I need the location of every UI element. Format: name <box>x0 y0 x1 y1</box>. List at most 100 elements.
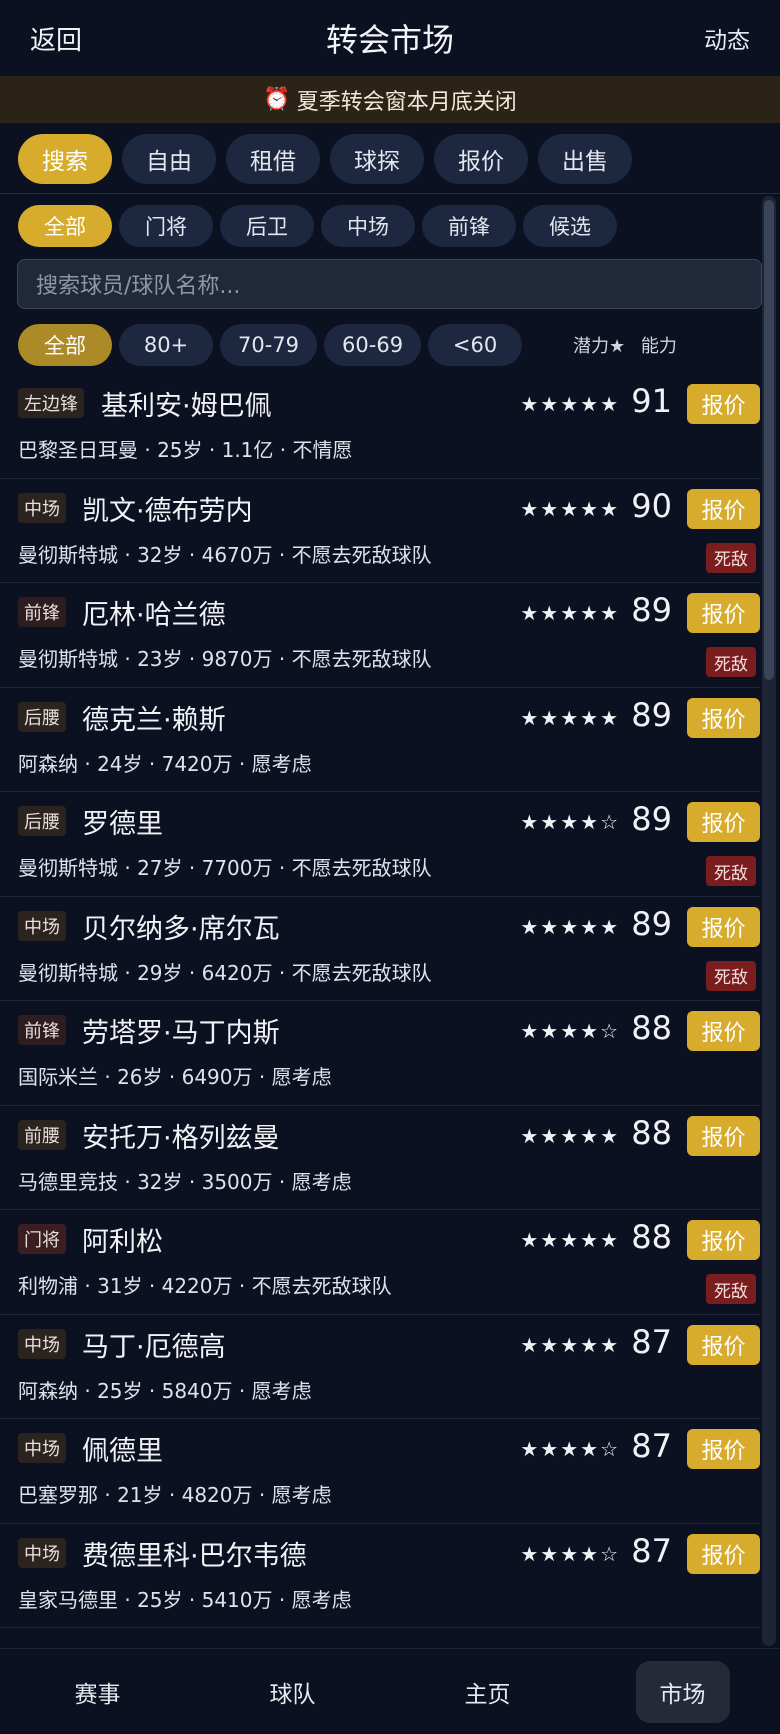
player-row[interactable]: 后腰 罗德里曼彻斯特城 · 27岁 · 7700万 · 不愿去死敌球队 ★★★★☆ 8… <box>0 792 760 897</box>
potential-stars: ★★★★★ <box>520 601 620 625</box>
position-chip-shortlist[interactable]: 候选 <box>523 205 617 247</box>
player-row[interactable]: 左边锋 基利安·姆巴佩 巴黎圣日耳曼 · 25岁 · 1.1亿 · 不情愿 ★★★★★… <box>0 374 760 479</box>
position-chip-def[interactable]: 后卫 <box>220 205 314 247</box>
rating-filter: 全部 80+ 70-79 60-69 <60 <box>18 324 523 366</box>
player-row[interactable]: 前锋 劳塔罗·马丁内斯 国际米兰 · 26岁 · 6490万 · 愿考虑 ★★★★☆ 8… <box>0 1001 760 1106</box>
player-meta: 阿森纳 · 24岁 · 7420万 · 愿考虑 <box>18 751 312 776</box>
sort-potential[interactable]: 潜力★ <box>573 336 625 357</box>
potential-stars: ★★★★★ <box>520 705 620 730</box>
scrollbar-thumb[interactable] <box>764 200 774 680</box>
player-name: 马丁·厄德高 <box>82 1331 226 1363</box>
offer-button[interactable]: 报价 <box>687 593 760 633</box>
player-row[interactable]: 后腰 德克兰·赖斯 阿森纳 · 24岁 · 7420万 · 愿考虑 ★★★★★ 89 报价 <box>0 688 760 792</box>
offer-button[interactable]: 报价 <box>687 1429 760 1469</box>
tab-free[interactable]: 自由 <box>122 134 216 184</box>
player-row[interactable]: 门将 阿利松 利物浦 · 31岁 · 4220万 · 不愿去死敌球队 ★★★★★ 88 报… <box>0 1210 760 1315</box>
position-badge: 后腰 <box>18 806 66 836</box>
offer-button[interactable]: 报价 <box>687 1011 760 1051</box>
search-input[interactable]: 搜索球员/球队名称... <box>17 259 762 309</box>
ability-rating: 90 <box>631 486 672 525</box>
potential-stars: ★★★★☆ <box>520 1541 620 1566</box>
tab-offers[interactable]: 报价 <box>434 134 528 184</box>
player-meta: 曼彻斯特城 · 23岁 · 9870万 · 不愿去死敌球队 <box>18 647 432 671</box>
feed-button[interactable]: 动态 <box>704 21 750 55</box>
nav-market[interactable]: 市场 <box>635 1660 730 1723</box>
offer-button[interactable]: 报价 <box>687 1115 760 1156</box>
player-meta: 曼彻斯特城 · 29岁 · 6420万 · 不愿去死敌球队 <box>18 960 432 985</box>
rating-chip-70-79[interactable]: 70-79 <box>220 324 318 366</box>
nav-team[interactable]: 球队 <box>246 1661 340 1723</box>
rival-badge: 死敌 <box>706 960 756 991</box>
tab-loan[interactable]: 租借 <box>226 134 320 184</box>
tab-scout[interactable]: 球探 <box>330 134 424 184</box>
position-badge: 前锋 <box>18 1015 66 1045</box>
window-notice-banner: ⏰ 夏季转会窗本月底关闭 <box>0 76 780 123</box>
position-badge: 门将 <box>18 1224 66 1254</box>
nav-home[interactable]: 主页 <box>441 1661 535 1723</box>
player-name: 安托万·格列兹曼 <box>82 1122 280 1154</box>
nav-matches[interactable]: 赛事 <box>51 1661 145 1723</box>
player-name: 厄林·哈兰德 <box>82 600 226 631</box>
player-meta: 曼彻斯特城 · 27岁 · 7700万 · 不愿去死敌球队 <box>18 856 432 880</box>
back-button[interactable]: 返回 <box>30 20 82 57</box>
position-chip-all[interactable]: 全部 <box>18 205 112 247</box>
sort-ability[interactable]: 能力 <box>641 336 677 357</box>
ability-rating: 91 <box>631 382 672 420</box>
rival-badge: 死敌 <box>706 856 756 886</box>
offer-button[interactable]: 报价 <box>687 697 760 738</box>
player-meta: 马德里竞技 · 32岁 · 3500万 · 愿考虑 <box>18 1169 352 1194</box>
player-row[interactable]: 中场 凯文·德布劳内 曼彻斯特城 · 32岁 · 4670万 · 不愿去死敌球队 ★★… <box>0 479 760 583</box>
rating-chip-under60[interactable]: <60 <box>428 324 523 366</box>
player-row[interactable]: 前腰 安托万·格列兹曼 马德里竞技 · 32岁 · 3500万 · 愿考虑 ★★★★★… <box>0 1106 760 1210</box>
offer-button[interactable]: 报价 <box>687 1220 760 1260</box>
tab-sell[interactable]: 出售 <box>538 134 632 184</box>
rating-chip-80plus[interactable]: 80+ <box>119 324 213 366</box>
position-badge: 中场 <box>18 1537 66 1568</box>
offer-button[interactable]: 报价 <box>687 384 760 424</box>
offer-button[interactable]: 报价 <box>687 488 760 529</box>
player-name: 罗德里 <box>82 809 163 840</box>
potential-stars: ★★★★☆ <box>520 1437 620 1461</box>
ability-rating: 89 <box>631 800 672 838</box>
position-chip-fwd[interactable]: 前锋 <box>422 205 516 247</box>
rating-chip-60-69[interactable]: 60-69 <box>324 324 422 366</box>
player-row[interactable]: 中场 贝尔纳多·席尔瓦曼彻斯特城 · 29岁 · 6420万 · 不愿去死敌球队 ★… <box>0 897 760 1001</box>
tab-search[interactable]: 搜索 <box>18 134 112 184</box>
ability-rating: 88 <box>631 1009 672 1047</box>
position-chip-gk[interactable]: 门将 <box>119 205 213 247</box>
alarm-clock-icon: ⏰ <box>263 87 291 112</box>
offer-button[interactable]: 报价 <box>687 906 760 947</box>
potential-stars: ★★★★★ <box>520 496 620 521</box>
potential-stars: ★★★★★ <box>520 392 620 416</box>
player-row[interactable]: 中场 费德里科·巴尔韦德 皇家马德里 · 25岁 · 5410万 · 愿考虑 ★★★★… <box>0 1524 760 1628</box>
potential-stars: ★★★★☆ <box>520 810 620 834</box>
ability-rating: 88 <box>631 1113 672 1152</box>
player-row[interactable]: 前锋 厄林·哈兰德 曼彻斯特城 · 23岁 · 9870万 · 不愿去死敌球队 ★★★… <box>0 583 760 688</box>
position-badge: 中场 <box>18 910 66 941</box>
player-row[interactable]: 中场 马丁·厄德高 阿森纳 · 25岁 · 5840万 · 愿考虑 ★★★★★ 87 报价 <box>0 1315 760 1419</box>
offer-button[interactable]: 报价 <box>687 1533 760 1574</box>
offer-button[interactable]: 报价 <box>687 802 760 842</box>
position-chip-mid[interactable]: 中场 <box>321 205 415 247</box>
player-name: 劳塔罗·马丁内斯 <box>82 1018 280 1049</box>
ability-rating: 87 <box>631 1531 672 1570</box>
position-badge: 左边锋 <box>18 388 84 418</box>
player-name: 德克兰·赖斯 <box>82 704 226 736</box>
scrollbar[interactable] <box>762 196 776 1646</box>
page-title: 转会市场 <box>325 21 454 59</box>
ability-rating: 89 <box>631 591 672 629</box>
rival-badge: 死敌 <box>706 647 756 677</box>
rival-badge: 死敌 <box>706 542 756 573</box>
player-row[interactable]: 中场 佩德里 巴塞罗那 · 21岁 · 4820万 · 愿考虑 ★★★★☆ 87 报价 <box>0 1419 760 1524</box>
potential-stars: ★★★★★ <box>520 914 620 939</box>
rating-chip-all[interactable]: 全部 <box>18 324 112 366</box>
notice-text: 夏季转会窗本月底关闭 <box>296 89 517 115</box>
player-name: 费德里科·巴尔韦德 <box>82 1540 307 1572</box>
player-meta: 国际米兰 · 26岁 · 6490万 · 愿考虑 <box>18 1065 332 1089</box>
player-list: 左边锋 基利安·姆巴佩 巴黎圣日耳曼 · 25岁 · 1.1亿 · 不情愿 ★★★★★… <box>0 374 760 1628</box>
sort-options: 潜力★ 能力 <box>573 332 677 358</box>
position-badge: 中场 <box>18 1328 66 1359</box>
player-name: 贝尔纳多·席尔瓦 <box>82 913 280 945</box>
offer-button[interactable]: 报价 <box>687 1324 760 1365</box>
ability-rating: 89 <box>631 904 672 943</box>
